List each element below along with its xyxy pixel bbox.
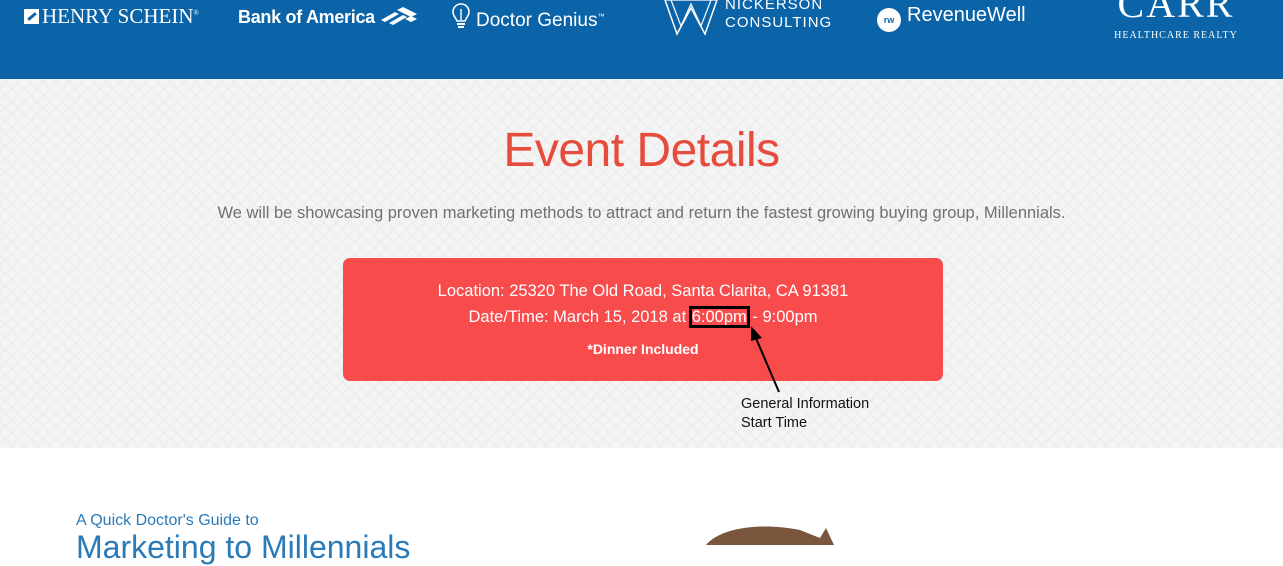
- guide-title: Marketing to Millennials: [76, 529, 411, 565]
- henry-schein-text: HENRY SCHEIN: [42, 4, 194, 28]
- annotation-line2: Start Time: [741, 415, 808, 431]
- revenuewell-badge-icon: rw: [877, 8, 901, 32]
- lightbulb-icon: [452, 3, 470, 28]
- nickerson-line1: NICKERSON: [725, 0, 824, 13]
- guide-kicker: A Quick Doctor's Guide to: [76, 512, 259, 529]
- doctor-genius-text: Doctor Genius: [476, 10, 598, 31]
- annotation-line1: General Information: [741, 396, 870, 412]
- revenuewell-text: RevenueWell: [907, 4, 1026, 26]
- bank-of-america-logo[interactable]: Bank of America: [238, 6, 419, 28]
- nickerson-w-icon: [664, 0, 718, 36]
- event-description: We will be showcasing proven marketing m…: [217, 204, 1066, 222]
- annotation-label: General Information Start Time: [741, 395, 869, 433]
- carr-text: CARR: [1117, 0, 1235, 26]
- event-details-section: Event Details We will be showcasing prov…: [0, 79, 1283, 448]
- event-location: Location: 25320 The Old Road, Santa Clar…: [437, 282, 849, 300]
- doctor-genius-logo[interactable]: Doctor Genius™: [452, 3, 604, 32]
- carr-healthcare-logo[interactable]: CARR HEALTHCARE REALTY: [1110, 0, 1242, 41]
- event-date-text: Date/Time: March 15, 2018 at: [468, 308, 691, 326]
- henry-schein-mark: ®: [193, 9, 199, 17]
- bank-of-america-text: Bank of America: [238, 7, 375, 27]
- nickerson-text: NICKERSON CONSULTING: [725, 0, 832, 32]
- illustration-shape-icon: [706, 526, 834, 545]
- bank-of-america-flag-icon: [380, 7, 417, 25]
- nickerson-consulting-logo[interactable]: NICKERSON CONSULTING: [663, 0, 831, 43]
- henry-schein-logo[interactable]: HENRY SCHEIN®: [24, 4, 199, 29]
- henry-schein-logo-icon: [24, 9, 39, 24]
- dinner-note: *Dinner Included: [587, 341, 699, 357]
- event-datetime: Date/Time: March 15, 2018 at 6:00pm - 9:…: [343, 306, 943, 328]
- nickerson-line2: CONSULTING: [725, 14, 833, 31]
- sponsor-bar: HENRY SCHEIN® Bank of America Doctor Gen…: [0, 0, 1283, 79]
- doctor-genius-mark: ™: [597, 13, 605, 21]
- revenuewell-logo[interactable]: rw RevenueWell: [877, 4, 1026, 32]
- carr-subtext: HEALTHCARE REALTY: [1114, 30, 1238, 41]
- annotation-arrow-icon: [751, 326, 780, 393]
- event-info-box: Location: 25320 The Old Road, Santa Clar…: [343, 258, 943, 381]
- event-start-time: 6:00pm: [688, 306, 750, 328]
- event-title: Event Details: [503, 124, 780, 177]
